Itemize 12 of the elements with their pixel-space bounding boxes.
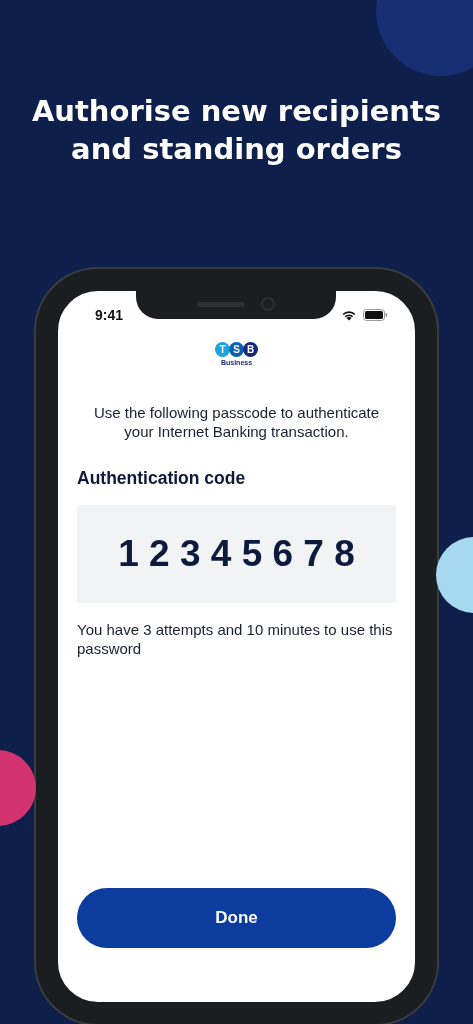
wifi-icon (341, 309, 357, 321)
logo-letter: T (215, 342, 230, 357)
logo-letter: B (243, 342, 258, 357)
logo-letter: S (229, 342, 244, 357)
headline: Authorise new recipients and standing orders (30, 93, 443, 168)
battery-icon (363, 309, 388, 321)
status-time: 9:41 (95, 307, 124, 323)
done-button[interactable]: Done (77, 888, 396, 948)
attempts-note: You have 3 attempts and 10 minutes to use this password (77, 620, 394, 658)
code-display: 1 2 3 4 5 6 7 8 (77, 505, 396, 603)
instruction-text: Use the following passcode to authenticate your Internet Banking transaction. (92, 403, 381, 441)
code-label: Authentication code (77, 468, 247, 489)
